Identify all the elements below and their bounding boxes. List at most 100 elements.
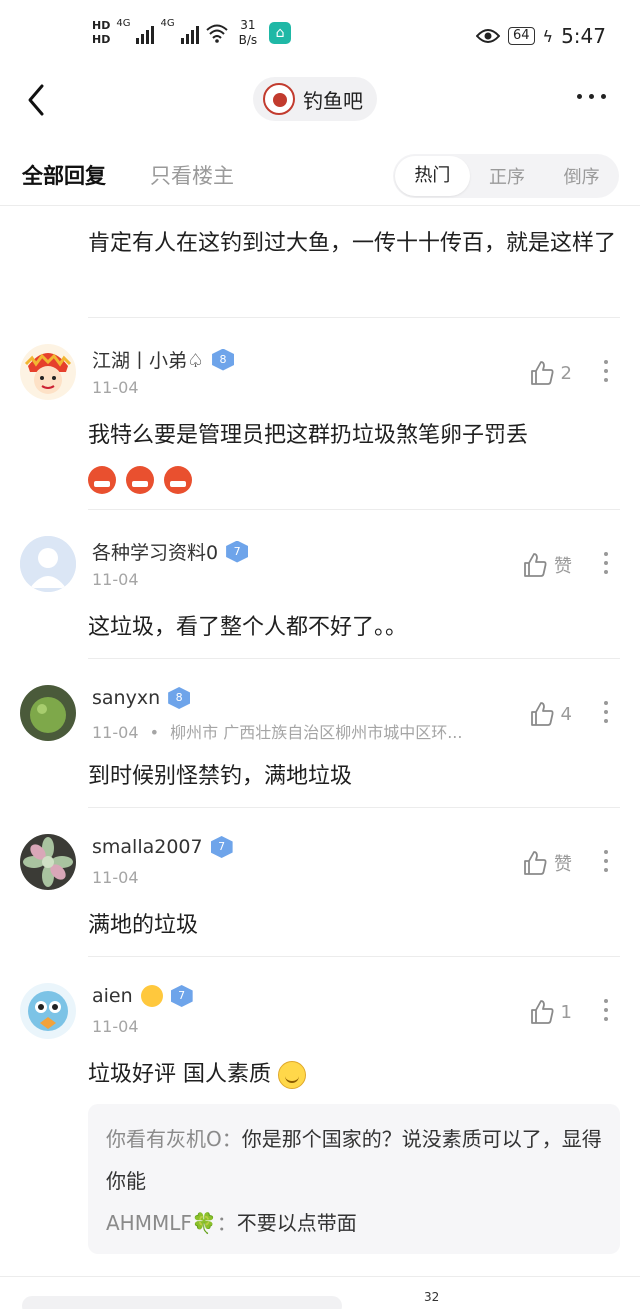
sort-hot[interactable]: 热门 [395, 156, 470, 196]
bottom-bar: 32 [0, 1290, 640, 1309]
avatar[interactable] [20, 344, 76, 400]
sub-reply-box[interactable]: 你看有灰机O：你是那个国家的？说没素质可以了，显得你能 AHMMLF🍀：不要以点… [88, 1104, 620, 1254]
level-badge: 7 [226, 540, 249, 563]
username-row: 各种学习资料0 7 [92, 538, 249, 565]
comment-count: 32 [424, 1290, 440, 1304]
eye-icon [475, 29, 500, 43]
forum-name: 钓鱼吧 [303, 88, 363, 113]
comment-date: 11-04 [92, 1017, 139, 1036]
network-speed-unit: B/s [238, 33, 258, 47]
username[interactable]: sanyxn [92, 687, 160, 709]
signal-icon-2 [180, 22, 199, 44]
wifi-icon [205, 24, 228, 43]
angry-emoji-icon [164, 466, 192, 494]
sort-ascending[interactable]: 正序 [470, 163, 545, 189]
chevron-left-icon [28, 84, 44, 116]
divider [0, 1276, 640, 1277]
emoji-row [88, 460, 618, 500]
previous-comment-text: 肯定有人在这钓到过大鱼，一传十十传百，就是这样了 [88, 231, 617, 256]
username-row: smalla2007 7 [92, 836, 233, 858]
comment-text: 满地的垃圾 [88, 913, 199, 938]
level-badge: 7 [210, 836, 233, 858]
dot-separator: • [149, 723, 160, 742]
tired-face-emoji-icon [140, 985, 163, 1007]
comment-menu-button[interactable] [604, 360, 608, 382]
app-notification-icon: ⌂ [269, 22, 292, 44]
title-bar: 钓鱼吧 [0, 72, 640, 128]
hd-label-1: HD [92, 19, 111, 32]
comment-meta: 11-04 • 柳州市 广西壮族自治区柳州市城中区环... [92, 719, 462, 743]
battery-indicator: 64 [507, 27, 535, 45]
like-count: 赞 [554, 556, 572, 577]
like-button[interactable]: 1 [529, 999, 572, 1025]
like-count: 2 [560, 362, 572, 384]
comment-text: 我特么要是管理员把这群扔垃圾煞笔卵子罚丢 [88, 416, 618, 500]
username[interactable]: 江湖丨小弟♤ [92, 346, 204, 373]
signal-icon-1 [136, 22, 155, 44]
level-badge: 8 [212, 348, 235, 371]
comment-date: 11-04 [92, 378, 139, 397]
sub-reply-user[interactable]: 你看有灰机O： [106, 1127, 242, 1151]
username-row: sanyxn 8 [92, 687, 191, 709]
network-label-1: 4G [116, 18, 131, 29]
network-label-2: 4G [160, 18, 175, 29]
thumbs-up-icon [530, 702, 554, 726]
comment-text: 这垃圾，看了整个人都不好了。。 [88, 615, 408, 640]
clock: 5:47 [561, 24, 606, 48]
tab-op-only[interactable]: 只看楼主 [150, 160, 234, 190]
network-speed: 31 B/s [239, 18, 258, 48]
status-bar-left: HD HD 4G 4G 31 B/s ⌂ [92, 18, 292, 48]
username-row: aien 7 [92, 985, 193, 1007]
username[interactable]: aien [92, 985, 133, 1007]
sort-switcher: 热门 正序 倒序 [393, 154, 619, 198]
like-button[interactable]: 4 [529, 701, 572, 727]
angry-emoji-icon [126, 466, 154, 494]
sub-reply-user[interactable]: AHMMLF🍀： [106, 1211, 237, 1235]
smile-emoji-icon [278, 1061, 306, 1089]
avatar[interactable] [20, 834, 76, 890]
tab-all-replies[interactable]: 全部回复 [22, 160, 106, 190]
comment-menu-button[interactable] [604, 850, 608, 872]
comment-menu-button[interactable] [604, 999, 608, 1021]
forum-link[interactable]: 钓鱼吧 [253, 77, 377, 121]
comment-text: 垃圾好评 国人素质 [88, 1055, 618, 1095]
charging-icon: ϟ [542, 26, 554, 46]
like-button[interactable]: 2 [529, 360, 572, 386]
sub-reply: AHMMLF🍀：不要以点带面 [106, 1202, 602, 1244]
thumbs-up-icon [530, 361, 554, 385]
level-badge: 7 [170, 985, 193, 1007]
level-badge: 8 [168, 687, 191, 709]
sub-reply: 你看有灰机O：你是那个国家的？说没素质可以了，显得你能 [106, 1118, 602, 1202]
comment-menu-button[interactable] [604, 552, 608, 574]
like-button[interactable]: 赞 [522, 850, 572, 876]
like-button[interactable]: 赞 [522, 552, 572, 578]
divider [88, 807, 620, 808]
reply-input[interactable] [22, 1296, 342, 1309]
network-speed-value: 31 [240, 18, 256, 32]
username[interactable]: 各种学习资料0 [92, 538, 218, 565]
comment-date: 11-04 [92, 723, 139, 742]
sort-descending[interactable]: 倒序 [544, 163, 619, 189]
more-options-button[interactable] [577, 94, 606, 99]
comment-text: 到时候别怪禁钓，满地垃圾 [88, 764, 353, 789]
avatar[interactable] [20, 685, 76, 741]
divider [88, 956, 620, 957]
thumbs-up-icon [530, 1000, 554, 1024]
hd-label-2: HD [92, 33, 111, 46]
comment-date: 11-04 [92, 868, 139, 887]
username[interactable]: smalla2007 [92, 836, 203, 858]
back-button[interactable] [22, 80, 54, 120]
sub-reply-text: 不要以点带面 [236, 1211, 357, 1235]
comment-location: 柳州市 广西壮族自治区柳州市城中区环... [170, 723, 463, 742]
divider [88, 317, 620, 318]
comment-menu-button[interactable] [604, 701, 608, 723]
username-row: 江湖丨小弟♤ 8 [92, 346, 235, 373]
thumbs-up-icon [524, 851, 547, 875]
avatar[interactable] [20, 536, 76, 592]
comment-text-content: 垃圾好评 国人素质 [88, 1062, 271, 1087]
hd-indicator: HD HD [92, 19, 110, 47]
forum-logo [263, 83, 295, 115]
status-bar: HD HD 4G 4G 31 B/s ⌂ 64 ϟ 5:47 [0, 0, 640, 72]
thumbs-up-icon [524, 553, 547, 577]
avatar[interactable] [20, 983, 76, 1039]
